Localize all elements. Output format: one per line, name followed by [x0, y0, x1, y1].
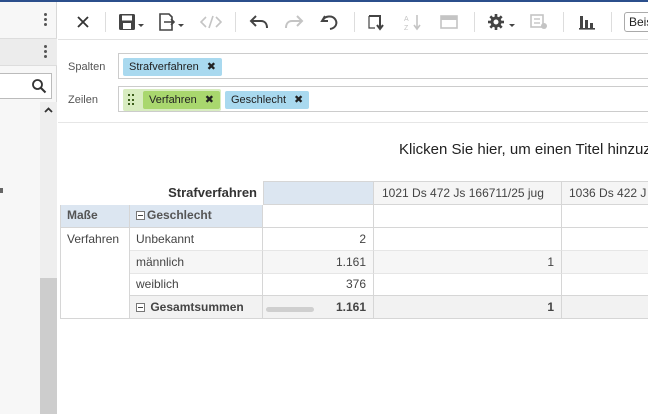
row-header[interactable]: Unbekannt: [130, 228, 263, 251]
value-cell: [562, 228, 648, 251]
column-dimension-label: Strafverfahren: [168, 185, 257, 200]
value-cell: [374, 228, 562, 251]
total-row-header[interactable]: Gesamtsummen: [130, 296, 263, 319]
close-icon[interactable]: [72, 11, 94, 33]
columns-label: Spalten: [68, 61, 106, 73]
chart-icon[interactable]: [575, 11, 599, 33]
measure-name: Verfahren: [60, 228, 130, 319]
chevron-up-icon[interactable]: [43, 105, 54, 116]
remove-icon[interactable]: ✖: [294, 91, 303, 109]
remove-icon[interactable]: ✖: [205, 91, 214, 109]
rows-label: Zeilen: [68, 94, 98, 106]
layout-icon[interactable]: [437, 11, 461, 33]
kebab-menu-icon[interactable]: [44, 13, 48, 26]
sidebar-search-input[interactable]: [0, 73, 52, 99]
toolbar-divider: [354, 12, 355, 32]
svg-text:A: A: [404, 16, 409, 23]
header-cell: [562, 205, 648, 228]
row-header[interactable]: männlich: [130, 251, 263, 274]
value-cell: 1: [374, 251, 562, 274]
collapse-icon[interactable]: [136, 303, 145, 313]
header-cell: [263, 205, 374, 228]
toolbar: A Z Bei: [58, 2, 648, 40]
app-root: A Z Bei Spalten Strafverfahren ✖ Zeilen …: [0, 0, 648, 414]
chip-label: Geschlecht: [231, 94, 287, 106]
total-value-cell: 1: [374, 296, 562, 319]
chip-verfahren[interactable]: Verfahren ✖: [143, 91, 220, 109]
sidebar-header: [0, 6, 57, 32]
toolbar-divider: [611, 12, 612, 32]
toolbar-divider: [235, 12, 236, 32]
pivot-filters: Spalten Strafverfahren ✖ Zeilen Verfahre…: [58, 41, 648, 123]
measures-header: Maße: [60, 205, 130, 228]
row-dimension-header[interactable]: Geschlecht: [130, 205, 263, 228]
revert-icon[interactable]: [318, 11, 342, 33]
kebab-menu-icon[interactable]: [44, 45, 48, 58]
column-header[interactable]: 1036 Ds 422 J: [562, 181, 648, 205]
pivot-title[interactable]: Klicken Sie hier, um einen Titel hinzuz: [399, 141, 648, 158]
value-cell: [374, 274, 562, 296]
toolbar-divider: [474, 12, 475, 32]
search-icon[interactable]: [31, 78, 47, 94]
value-cell: 376: [263, 274, 374, 296]
column-header[interactable]: 1021 Ds 472 Js 166711/25 jug: [374, 181, 562, 205]
save-icon[interactable]: [116, 11, 146, 33]
drag-handle-icon[interactable]: [128, 94, 134, 106]
sidebar-scrollbar[interactable]: [40, 102, 57, 414]
header-cell: [374, 205, 562, 228]
value-cell: 2: [263, 228, 374, 251]
row-dimension-label: Geschlecht: [147, 208, 212, 222]
chip-geschlecht[interactable]: Geschlecht ✖: [225, 91, 310, 109]
value-cell: 1.161: [263, 251, 374, 274]
value-cell: [562, 251, 648, 274]
column-header[interactable]: [263, 181, 374, 205]
swap-axes-icon[interactable]: [364, 11, 388, 33]
chip-label: Verfahren: [149, 94, 197, 106]
sort-icon[interactable]: A Z: [401, 11, 425, 33]
total-value-cell: [562, 296, 648, 319]
horizontal-scrollbar-thumb[interactable]: [266, 307, 314, 312]
row-header[interactable]: weiblich: [130, 274, 263, 296]
svg-text:Z: Z: [404, 25, 409, 31]
splitter-handle[interactable]: [0, 188, 3, 193]
undo-icon[interactable]: [247, 11, 271, 33]
language-select[interactable]: Beis: [624, 12, 648, 32]
chip-strafverfahren[interactable]: Strafverfahren ✖: [123, 58, 222, 76]
sidebar-subheader: [0, 38, 57, 66]
remove-icon[interactable]: ✖: [207, 58, 216, 76]
total-label: Gesamtsummen: [150, 300, 244, 314]
toolbar-divider: [563, 12, 564, 32]
chip-label: Strafverfahren: [129, 61, 199, 73]
columns-dropzone[interactable]: Strafverfahren ✖: [118, 53, 648, 79]
settings-icon[interactable]: [486, 11, 518, 33]
redo-icon[interactable]: [282, 11, 306, 33]
rows-dropzone[interactable]: Verfahren ✖ Geschlecht ✖: [118, 86, 648, 112]
value-cell: [562, 274, 648, 296]
filter-settings-icon[interactable]: [527, 11, 551, 33]
code-icon[interactable]: [199, 11, 223, 33]
collapse-icon[interactable]: [136, 211, 145, 221]
chip-verfahren-wrapper[interactable]: Verfahren ✖: [123, 89, 221, 111]
export-icon[interactable]: [156, 11, 186, 33]
sidebar: [0, 2, 57, 414]
toolbar-divider: [105, 12, 106, 32]
scrollbar-thumb[interactable]: [40, 278, 57, 414]
